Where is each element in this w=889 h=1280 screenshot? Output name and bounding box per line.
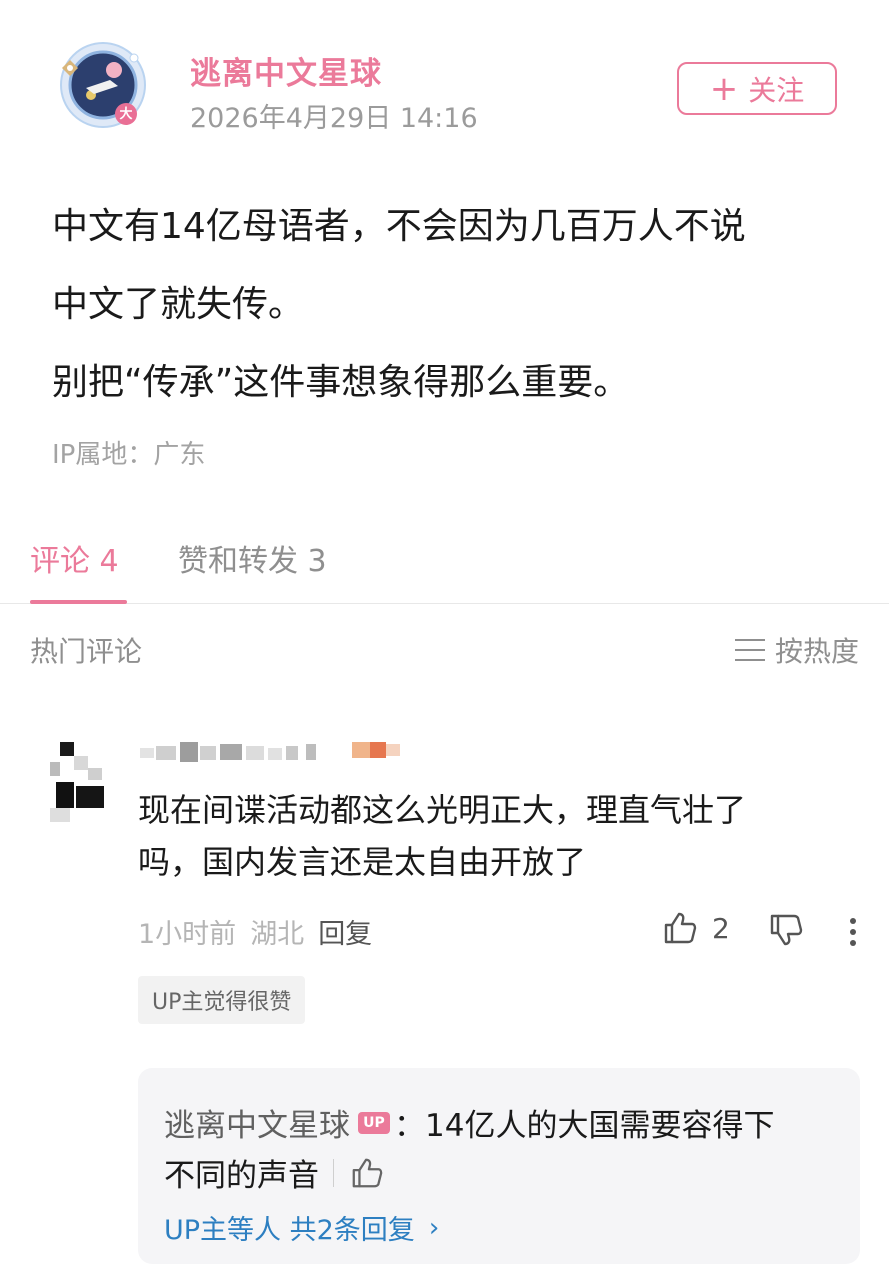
author-name[interactable]: 逃离中文星球 bbox=[190, 48, 382, 93]
dislike-button[interactable] bbox=[768, 912, 804, 952]
post-time: 2026年4月29日 14:16 bbox=[190, 103, 478, 134]
reply-author[interactable]: 逃离中文星球 bbox=[164, 1100, 350, 1145]
view-replies-link[interactable]: UP主等人 共2条回复 › bbox=[164, 1208, 439, 1247]
avatar-badge: 大 bbox=[119, 107, 133, 122]
commenter-badge-blurred bbox=[352, 740, 404, 760]
like-button[interactable]: 2 bbox=[662, 910, 730, 946]
sort-button[interactable]: 按热度 bbox=[734, 630, 859, 670]
commenter-name-blurred[interactable] bbox=[140, 740, 330, 764]
hot-comments-label: 热门评论 bbox=[30, 635, 143, 668]
reply-text: ：14亿人的大国需要容得下 bbox=[394, 1108, 775, 1144]
post-body-line: 别把“传承”这件事想象得那么重要。 bbox=[52, 362, 630, 403]
more-vertical-icon[interactable] bbox=[846, 914, 860, 950]
thumb-down-icon bbox=[770, 914, 803, 946]
reply-text: 不同的声音 bbox=[164, 1158, 319, 1194]
chevron-right-icon: › bbox=[428, 1212, 440, 1243]
sort-label: 按热度 bbox=[774, 635, 859, 668]
post-body: 中文有14亿母语者，不会因为几百万人不说 中文了就失传。 别把“传承”这件事想象… bbox=[52, 188, 852, 422]
thumb-up-icon bbox=[664, 912, 697, 944]
up-liked-tag: UP主觉得很赞 bbox=[138, 976, 306, 1024]
reply-line: 逃离中文星球 UP ：14亿人的大国需要容得下 bbox=[164, 1100, 774, 1145]
follow-label: 关注 bbox=[748, 73, 805, 107]
comment-text-line: 吗，国内发言还是太自由开放了 bbox=[138, 843, 587, 881]
commenter-avatar[interactable] bbox=[50, 742, 106, 838]
up-badge: UP bbox=[358, 1111, 390, 1134]
divider bbox=[333, 1158, 334, 1187]
reply-line: 不同的声音 bbox=[164, 1150, 384, 1195]
comment-tabs: 评论 4 赞和转发 3 bbox=[0, 520, 889, 604]
follow-button[interactable]: + 关注 bbox=[677, 62, 837, 115]
post-body-line: 中文有14亿母语者，不会因为几百万人不说 bbox=[52, 206, 746, 247]
ip-location: IP属地：广东 bbox=[52, 440, 206, 470]
tab-comments[interactable]: 评论 4 bbox=[30, 536, 119, 580]
comment-text: 现在间谍活动都这么光明正大，理直气壮了 吗，国内发言还是太自由开放了 bbox=[138, 784, 858, 888]
active-tab-indicator bbox=[30, 600, 127, 604]
post-body-line: 中文了就失传。 bbox=[52, 284, 305, 325]
post-header: 大 逃离中文星球 2026年4月29日 14:16 + 关注 bbox=[0, 0, 889, 160]
reply-button[interactable]: 回复 bbox=[318, 912, 372, 951]
plus-icon: + bbox=[709, 68, 739, 109]
author-avatar[interactable]: 大 bbox=[58, 40, 148, 130]
thumb-up-icon[interactable] bbox=[350, 1156, 384, 1190]
like-count: 2 bbox=[712, 911, 730, 945]
comment-location: 湖北 bbox=[250, 919, 305, 950]
comment-meta: 1小时前 湖北 回复 bbox=[138, 912, 386, 951]
tab-likes-reposts[interactable]: 赞和转发 3 bbox=[178, 536, 327, 580]
view-replies-label: UP主等人 共2条回复 bbox=[164, 1215, 415, 1246]
comment-time: 1小时前 bbox=[138, 919, 237, 950]
comment-text-line: 现在间谍活动都这么光明正大，理直气壮了 bbox=[138, 791, 747, 829]
reply-preview[interactable]: 逃离中文星球 UP ：14亿人的大国需要容得下 不同的声音 UP主等人 共2条回… bbox=[138, 1068, 860, 1264]
menu-icon bbox=[734, 639, 765, 661]
